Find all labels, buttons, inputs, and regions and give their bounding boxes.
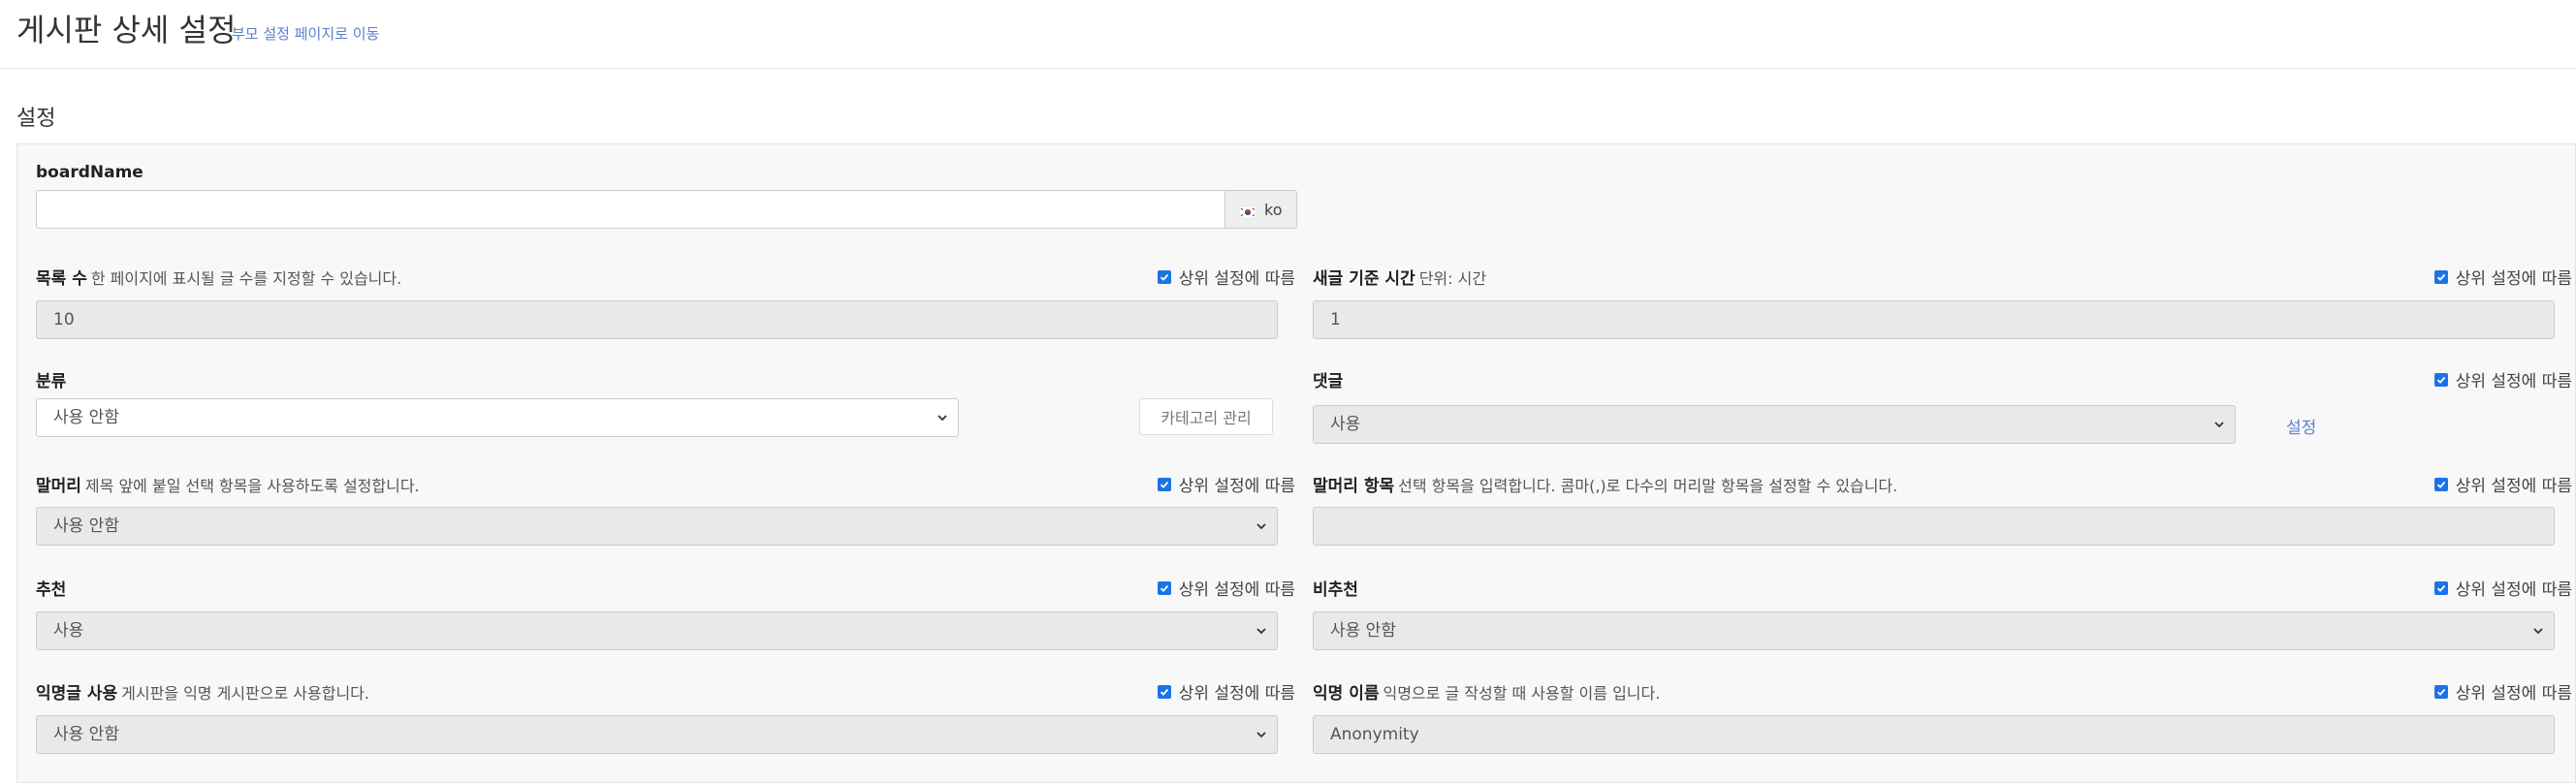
recommend-select[interactable]: 사용	[36, 611, 1278, 650]
checkbox-checked-icon[interactable]	[1157, 580, 1171, 595]
anonymous-name-input[interactable]: Anonymity	[1313, 715, 2555, 754]
page-header: 게시판 상세 설정 부모 설정 페이지로 이동	[0, 0, 2576, 69]
language-code: ko	[1264, 200, 1283, 219]
new-post-time-input[interactable]: 1	[1313, 300, 2555, 339]
inherit-label: 상위 설정에 따름	[1178, 477, 1295, 496]
recommend-label: 추천	[36, 580, 67, 600]
prefix-select[interactable]: 사용 안함	[36, 507, 1278, 546]
list-count-label: 목록 수한 페이지에 표시될 글 수를 지정할 수 있습니다.	[36, 269, 402, 289]
checkbox-checked-icon[interactable]	[2433, 684, 2448, 699]
comment-inherit-checkbox[interactable]: 상위 설정에 따름	[2433, 367, 2572, 392]
anonymous-inherit-checkbox[interactable]: 상위 설정에 따름	[1157, 679, 1295, 704]
checkbox-checked-icon[interactable]	[2433, 477, 2448, 491]
parent-settings-link[interactable]: 부모 설정 페이지로 이동	[232, 23, 379, 44]
list-count-input[interactable]: 10	[36, 300, 1278, 339]
anonymous-name-label: 익명 이름 익명으로 글 작성할 때 사용할 이름 입니다.	[1313, 684, 1661, 704]
inherit-label: 상위 설정에 따름	[1178, 684, 1295, 704]
korea-flag-icon	[1238, 204, 1257, 219]
checkbox-checked-icon[interactable]	[2433, 372, 2448, 387]
inherit-label: 상위 설정에 따름	[2455, 580, 2572, 600]
list-count-inherit-checkbox[interactable]: 상위 설정에 따름	[1157, 265, 1295, 289]
prefix-items-input[interactable]	[1313, 507, 2555, 546]
not-recommend-select[interactable]: 사용 안함	[1313, 611, 2555, 650]
category-select[interactable]: 사용 안함	[36, 398, 959, 437]
anonymous-select[interactable]: 사용 안함	[36, 715, 1278, 754]
page-title: 게시판 상세 설정	[16, 12, 237, 48]
chevron-down-icon	[1256, 732, 1266, 738]
category-manage-button[interactable]: 카테고리 관리	[1139, 398, 1273, 435]
inherit-label: 상위 설정에 따름	[2455, 372, 2572, 392]
comment-label: 댓글	[1313, 372, 1344, 392]
chevron-down-icon	[1256, 628, 1266, 635]
not-recommend-label: 비추천	[1313, 580, 1358, 600]
language-addon[interactable]: ko	[1225, 190, 1297, 229]
not-recommend-inherit-checkbox[interactable]: 상위 설정에 따름	[2433, 576, 2572, 600]
chevron-down-icon	[2533, 628, 2543, 635]
category-label: 분류	[36, 372, 67, 392]
checkbox-checked-icon[interactable]	[2433, 269, 2448, 284]
board-name-label: boardName	[36, 163, 143, 182]
inherit-label: 상위 설정에 따름	[1178, 580, 1295, 600]
chevron-down-icon	[2214, 422, 2224, 428]
new-post-time-label: 새글 기준 시간 단위: 시간	[1313, 269, 1487, 289]
chevron-down-icon	[1256, 523, 1266, 530]
anonymous-name-inherit-checkbox[interactable]: 상위 설정에 따름	[2433, 679, 2572, 704]
checkbox-checked-icon[interactable]	[1157, 477, 1171, 491]
inherit-label: 상위 설정에 따름	[2455, 477, 2572, 496]
prefix-items-inherit-checkbox[interactable]: 상위 설정에 따름	[2433, 472, 2572, 496]
checkbox-checked-icon[interactable]	[1157, 269, 1171, 284]
recommend-inherit-checkbox[interactable]: 상위 설정에 따름	[1157, 576, 1295, 600]
inherit-label: 상위 설정에 따름	[1178, 269, 1295, 289]
inherit-label: 상위 설정에 따름	[2455, 269, 2572, 289]
board-name-input[interactable]	[36, 190, 1225, 229]
inherit-label: 상위 설정에 따름	[2455, 684, 2572, 704]
chevron-down-icon	[938, 415, 947, 422]
checkbox-checked-icon[interactable]	[1157, 684, 1171, 699]
prefix-items-label: 말머리 항목 선택 항목을 입력합니다. 콤마(,)로 다수의 머리말 항목을 설…	[1313, 477, 1898, 496]
prefix-inherit-checkbox[interactable]: 상위 설정에 따름	[1157, 472, 1295, 496]
checkbox-checked-icon[interactable]	[2433, 580, 2448, 595]
settings-panel: boardName ko 목록 수한 페이지에 표시될 글 수를 지정할 수 있…	[16, 143, 2576, 783]
new-post-time-inherit-checkbox[interactable]: 상위 설정에 따름	[2433, 265, 2572, 289]
comment-select[interactable]: 사용	[1313, 405, 2236, 444]
section-title: 설정	[16, 107, 56, 131]
anonymous-label: 익명글 사용 게시판을 익명 게시판으로 사용합니다.	[36, 684, 369, 704]
prefix-label: 말머리 제목 앞에 붙일 선택 항목을 사용하도록 설정합니다.	[36, 477, 420, 496]
comment-settings-link[interactable]: 설정	[2286, 414, 2316, 438]
